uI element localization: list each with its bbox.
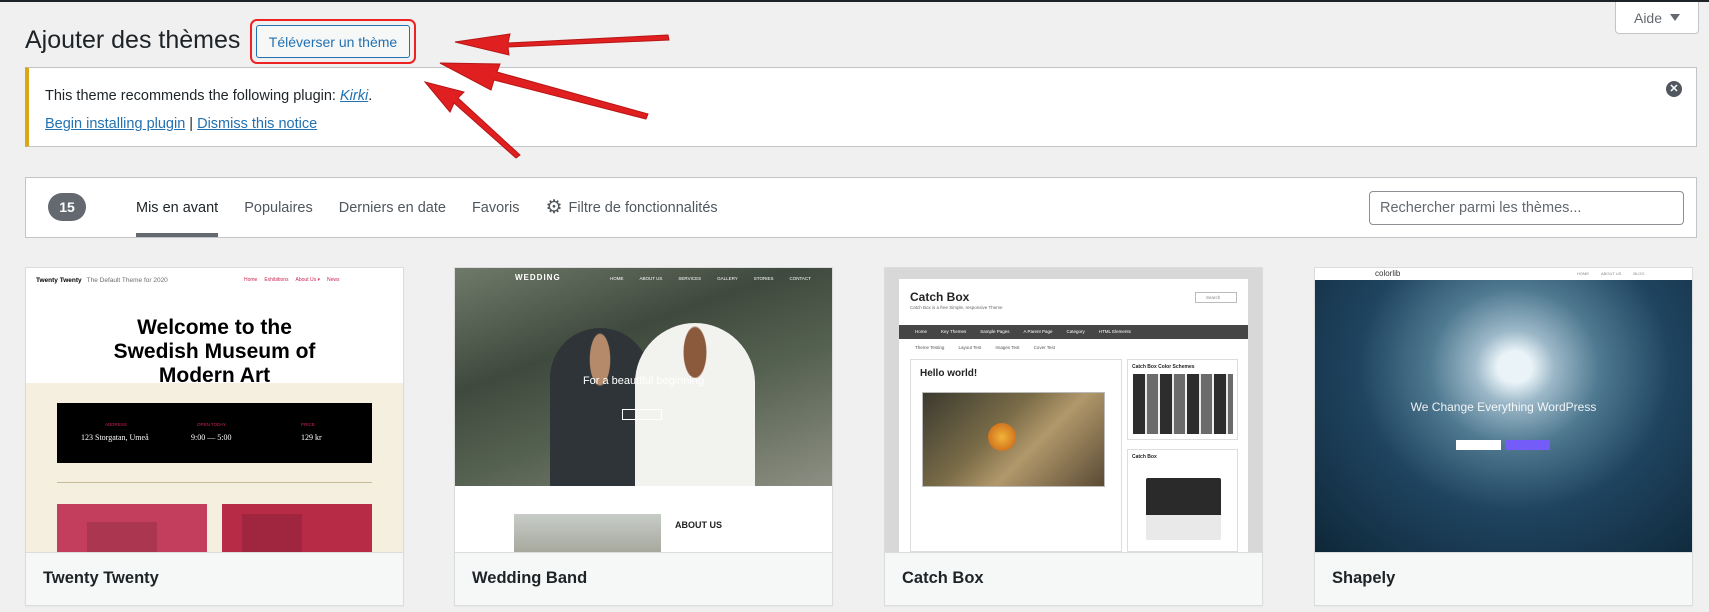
notice-period: . xyxy=(368,88,373,104)
theme-name: Shapely xyxy=(1315,552,1692,605)
gear-icon: ⚙ xyxy=(545,197,563,218)
admin-bar-edge xyxy=(0,0,1709,2)
preview-widget: Catch Box Color Schemes xyxy=(1127,359,1238,440)
preview-site-tagline: Catch Box is a free Simple, responsive T… xyxy=(910,305,1003,310)
preview-button xyxy=(1505,440,1550,450)
plugin-link[interactable]: Kirki xyxy=(340,88,368,104)
preview-post-title: Hello world! xyxy=(920,368,978,379)
theme-search-input[interactable] xyxy=(1369,191,1684,225)
filter-tabs: Mis en avant Populaires Derniers en date… xyxy=(123,178,731,237)
theme-count-badge: 15 xyxy=(48,193,86,221)
notice-actions: Begin installing plugin | Dismiss this n… xyxy=(45,116,317,132)
dismiss-notice-link[interactable]: Dismiss this notice xyxy=(197,116,317,132)
theme-card-wedding-band[interactable]: WEDDING HOME ABOUT US SERVICES GALLERY STORI… xyxy=(454,267,833,606)
preview-menu: HOME ABOUT US SERVICES GALLERY STORIES CONTAC… xyxy=(610,276,811,281)
theme-screenshot[interactable]: WEDDING HOME ABOUT US SERVICES GALLERY STORI… xyxy=(455,268,832,552)
preview-widget: Catch Box xyxy=(1127,449,1238,552)
preview-site-title: Twenty Twenty The Default Theme for 2020 xyxy=(36,277,168,284)
preview-menu: HOME ABOUT US BLOG xyxy=(1577,271,1645,276)
tab-feature-filter[interactable]: ⚙ Filtre de fonctionnalités xyxy=(532,178,730,237)
help-tab[interactable]: Aide xyxy=(1615,2,1699,34)
preview-info-box: ADDRESS OPEN TODAY PRICE 123 Storgatan, … xyxy=(57,403,372,463)
preview-heading: Welcome to the Swedish Museum of Modern … xyxy=(113,316,316,387)
theme-name: Wedding Band xyxy=(455,552,832,605)
preview-site-title: Catch Box xyxy=(910,290,970,304)
help-label: Aide xyxy=(1633,9,1663,26)
preview-button xyxy=(1456,440,1501,450)
tab-favorites[interactable]: Favoris xyxy=(459,178,533,237)
upload-theme-button[interactable]: Téléverser un thème xyxy=(256,25,410,58)
theme-filter-bar: 15 Mis en avant Populaires Derniers en d… xyxy=(25,177,1697,238)
tab-featured[interactable]: Mis en avant xyxy=(123,178,231,237)
preview-logo: colorlib xyxy=(1375,269,1401,278)
feature-filter-label: Filtre de fonctionnalités xyxy=(568,199,718,216)
plugin-notice: This theme recommends the following plug… xyxy=(25,67,1697,147)
preview-button xyxy=(622,409,662,420)
preview-hero-image xyxy=(1315,280,1692,552)
preview-about-heading: ABOUT US xyxy=(675,520,722,530)
close-icon[interactable]: ✕ xyxy=(1666,81,1682,97)
theme-card-shapely[interactable]: colorlib HOME ABOUT US BLOG We Change Ever… xyxy=(1314,267,1693,606)
preview-search: Search xyxy=(1195,292,1237,303)
notice-message: This theme recommends the following plug… xyxy=(45,88,372,104)
begin-installing-link[interactable]: Begin installing plugin xyxy=(45,116,185,132)
theme-card-catch-box[interactable]: Catch Box Catch Box is a free Simple, re… xyxy=(884,267,1263,606)
notice-text: This theme recommends the following plug… xyxy=(45,88,340,104)
tab-latest[interactable]: Derniers en date xyxy=(326,178,459,237)
theme-name: Twenty Twenty xyxy=(26,552,403,605)
theme-screenshot[interactable]: Twenty Twenty The Default Theme for 2020 … xyxy=(26,268,403,552)
notice-separator: | xyxy=(185,116,198,132)
preview-logo: WEDDING xyxy=(515,273,561,282)
theme-card-twenty-twenty[interactable]: Twenty Twenty The Default Theme for 2020 … xyxy=(25,267,404,606)
theme-name: Catch Box xyxy=(885,552,1262,605)
theme-screenshot[interactable]: Catch Box Catch Box is a free Simple, re… xyxy=(885,268,1262,552)
tab-popular[interactable]: Populaires xyxy=(231,178,326,237)
preview-headline: We Change Everything WordPress xyxy=(1410,400,1597,414)
theme-screenshot[interactable]: colorlib HOME ABOUT US BLOG We Change Ever… xyxy=(1315,268,1692,552)
page-title: Ajouter des thèmes xyxy=(25,26,241,54)
caret-down-icon xyxy=(1670,14,1681,21)
preview-menu: Home Exhibitions About Us ▾ News xyxy=(244,277,340,283)
preview-menu: Home Key Themes Sample Pages A Parent Page C… xyxy=(899,325,1248,339)
preview-submenu: Theme Testing Layout Test Images Test Cover… xyxy=(915,345,1055,350)
annotation-arrow xyxy=(454,33,670,56)
preview-tagline: For a beautiful beginning xyxy=(582,375,705,387)
